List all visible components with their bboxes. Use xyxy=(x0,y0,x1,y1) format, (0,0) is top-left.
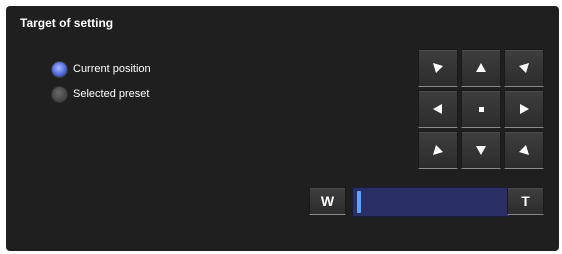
pan-up-right-button[interactable] xyxy=(504,49,544,87)
radio-label-selected-preset: Selected preset xyxy=(73,88,150,100)
tilt-up-button[interactable] xyxy=(461,49,501,87)
arrow-up-right-icon xyxy=(519,63,529,73)
pan-up-left-button[interactable] xyxy=(418,49,458,87)
radio-label-current-position: Current position xyxy=(73,63,151,75)
pan-down-left-button[interactable] xyxy=(418,131,458,169)
pan-down-right-button[interactable] xyxy=(504,131,544,169)
arrow-up-icon xyxy=(476,63,486,72)
zoom-tele-button[interactable]: T xyxy=(507,187,544,215)
arrow-down-left-icon xyxy=(433,145,443,155)
target-of-setting-panel: Target of setting Current position Selec… xyxy=(6,6,559,251)
arrow-right-icon xyxy=(520,104,529,114)
radio-selected-icon[interactable] xyxy=(52,61,67,77)
home-dot-icon xyxy=(479,107,484,112)
radio-selected-preset[interactable]: Selected preset xyxy=(52,86,149,102)
zoom-slider[interactable] xyxy=(352,187,510,217)
arrow-down-icon xyxy=(476,146,486,155)
arrow-left-icon xyxy=(433,104,442,114)
arrow-up-left-icon xyxy=(433,63,443,73)
radio-current-position[interactable]: Current position xyxy=(52,61,151,77)
zoom-slider-thumb[interactable] xyxy=(357,191,361,213)
pan-right-button[interactable] xyxy=(504,90,544,128)
zoom-wide-button[interactable]: W xyxy=(309,187,346,215)
panel-title: Target of setting xyxy=(20,16,114,30)
arrow-down-right-icon xyxy=(519,145,529,155)
ptz-control-pad xyxy=(418,49,544,169)
pan-left-button[interactable] xyxy=(418,90,458,128)
home-button[interactable] xyxy=(461,90,501,128)
tilt-down-button[interactable] xyxy=(461,131,501,169)
radio-unselected-icon[interactable] xyxy=(52,86,67,102)
